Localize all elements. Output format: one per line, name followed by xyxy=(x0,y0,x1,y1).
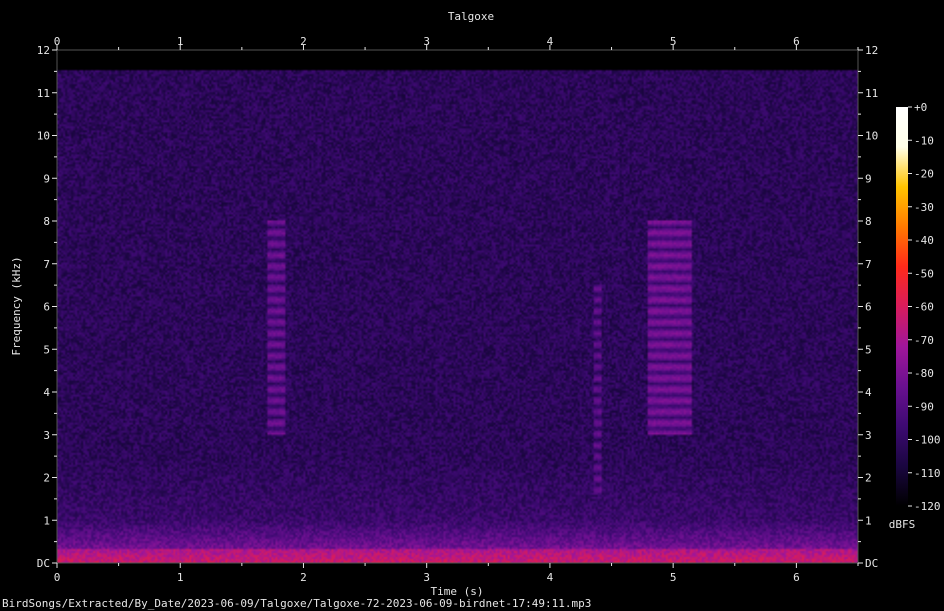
y-tick-label: 3 xyxy=(43,429,50,442)
y-tick-label-right: 3 xyxy=(865,429,872,442)
colorbar-tick-label: -60 xyxy=(914,301,934,314)
colorbar-tick-label: -40 xyxy=(914,234,934,247)
y-tick-label: 5 xyxy=(43,343,50,356)
colorbar-tick-label: -30 xyxy=(914,201,934,214)
x-tick-label-top: 4 xyxy=(547,35,554,48)
x-tick-label: 5 xyxy=(670,571,677,584)
y-tick-label-right: DC xyxy=(865,557,878,570)
y-axis-right: DC123456789101112 xyxy=(858,44,878,570)
colorbar-axis: +0 -10 -20 -30 -40 -50 -60 -70 -80 -90 -100 -110 -12… xyxy=(908,101,941,513)
y-tick-label: DC xyxy=(37,557,50,570)
x-axis-top: 0 1 2 3 4 5 6 xyxy=(54,35,859,50)
y-tick-label: 9 xyxy=(43,172,50,185)
x-axis-bottom: 0 1 2 3 4 5 6 xyxy=(54,563,859,584)
y-tick-label: 7 xyxy=(43,258,50,271)
spectrogram-figure: Talgoxe 0123456 0123456 DC12345678910111… xyxy=(10,10,941,598)
x-tick-label-top: 0 xyxy=(54,35,61,48)
colorbar xyxy=(896,107,908,506)
colorbar-label: dBFS xyxy=(889,518,916,531)
x-tick-label-top: 3 xyxy=(423,35,430,48)
y-tick-label: 1 xyxy=(43,514,50,527)
x-tick-label-top: 6 xyxy=(793,35,800,48)
y-axis-label: Frequency (kHz) xyxy=(10,256,23,355)
colorbar-tick-label: -100 xyxy=(914,434,941,447)
x-tick-label: 3 xyxy=(423,571,430,584)
y-tick-label-right: 7 xyxy=(865,258,872,271)
y-tick-label: 8 xyxy=(43,215,50,228)
x-tick-label: 4 xyxy=(547,571,554,584)
colorbar-tick-label: -110 xyxy=(914,467,941,480)
x-tick-label: 0 xyxy=(54,571,61,584)
colorbar-tick-label: -20 xyxy=(914,168,934,181)
y-tick-label-right: 5 xyxy=(865,343,872,356)
colorbar-tick-label: +0 xyxy=(914,101,927,114)
y-tick-label-right: 9 xyxy=(865,172,872,185)
y-tick-label: 2 xyxy=(43,472,50,485)
y-tick-label-right: 4 xyxy=(865,386,872,399)
y-tick-label: 11 xyxy=(37,87,50,100)
x-tick-label: 1 xyxy=(177,571,184,584)
y-tick-label-right: 1 xyxy=(865,514,872,527)
colorbar-tick-label: -90 xyxy=(914,400,934,413)
y-tick-label-right: 10 xyxy=(865,130,878,143)
y-tick-label-right: 11 xyxy=(865,87,878,100)
colorbar-tick-label: -70 xyxy=(914,334,934,347)
file-path: BirdSongs/Extracted/By_Date/2023-06-09/T… xyxy=(2,597,592,610)
y-tick-label: 10 xyxy=(37,130,50,143)
y-tick-label: 4 xyxy=(43,386,50,399)
colorbar-tick-label: -10 xyxy=(914,134,934,147)
x-tick-label: 2 xyxy=(300,571,307,584)
colorbar-tick-label: -50 xyxy=(914,267,934,280)
x-tick-label-top: 5 xyxy=(670,35,677,48)
y-tick-label: 6 xyxy=(43,301,50,314)
y-tick-label-right: 12 xyxy=(865,44,878,57)
x-tick-label-top: 2 xyxy=(300,35,307,48)
y-tick-label-right: 6 xyxy=(865,301,872,314)
y-tick-label-right: 8 xyxy=(865,215,872,228)
spectrogram-plot xyxy=(57,50,858,563)
y-tick-label: 12 xyxy=(37,44,50,57)
chart-title: Talgoxe xyxy=(448,10,494,23)
colorbar-tick-label: -80 xyxy=(914,367,934,380)
x-tick-label-top: 1 xyxy=(177,35,184,48)
x-tick-label: 6 xyxy=(793,571,800,584)
y-tick-label-right: 2 xyxy=(865,472,872,485)
y-axis-left: DC123456789101112 xyxy=(37,44,57,570)
colorbar-tick-label: -120 xyxy=(914,500,941,513)
